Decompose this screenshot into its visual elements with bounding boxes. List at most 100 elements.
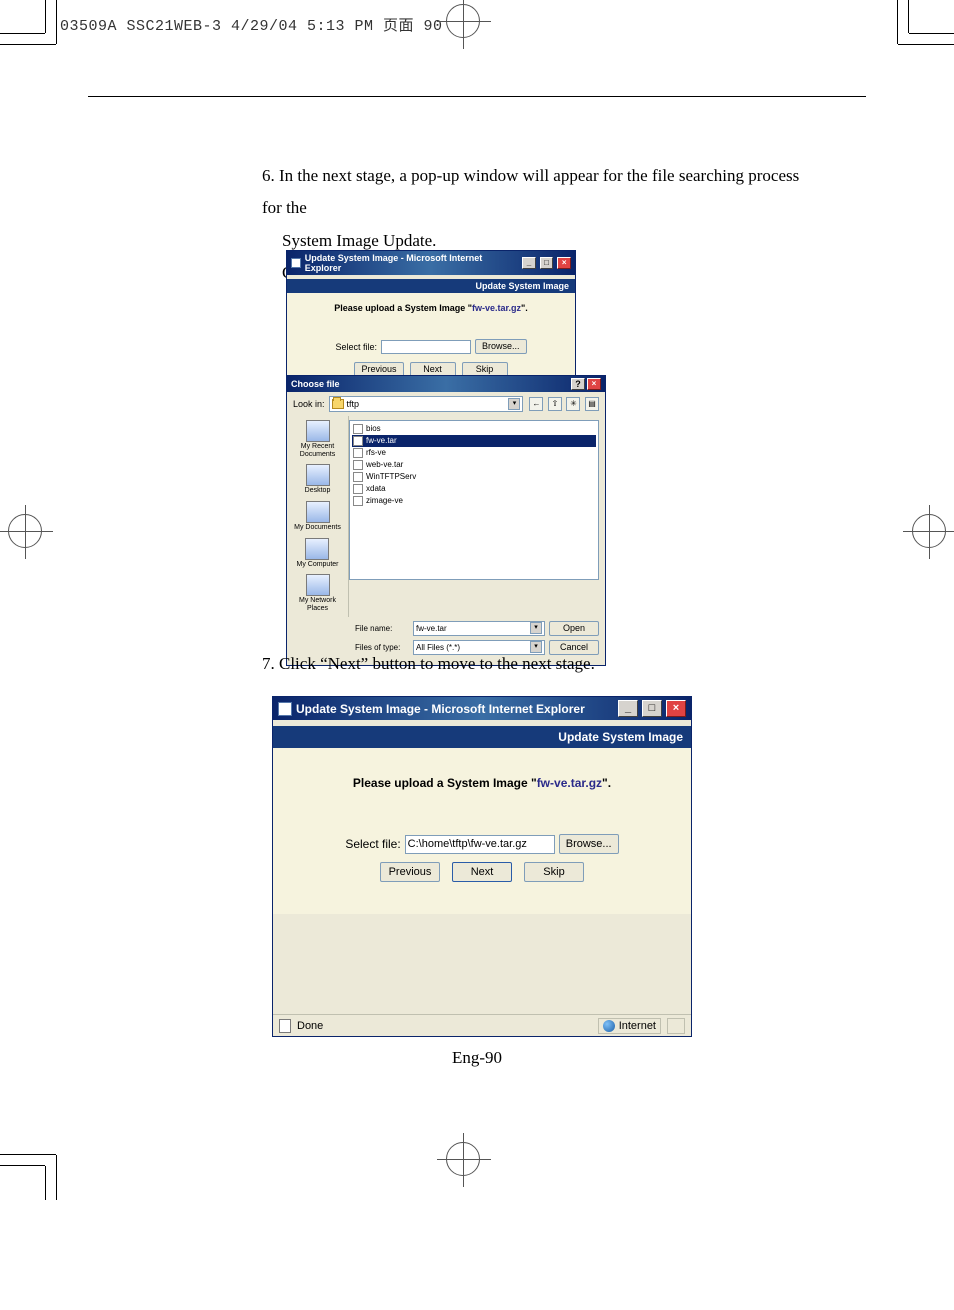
status-grip xyxy=(667,1018,685,1034)
select-file-label: Select file: xyxy=(335,342,377,352)
places-network[interactable]: My Network Places xyxy=(289,574,346,612)
crop-mark xyxy=(0,33,45,34)
step6-line1: 6. In the next stage, a pop-up window wi… xyxy=(262,160,822,225)
upload-message: Please upload a System Image "fw-ve.tar.… xyxy=(295,303,567,313)
status-bar: Done Internet xyxy=(273,1014,691,1036)
crop-mark xyxy=(56,1155,57,1200)
close-button[interactable]: × xyxy=(666,700,686,717)
places-recent[interactable]: My Recent Documents xyxy=(289,420,346,458)
registration-mark xyxy=(8,514,42,548)
file-list[interactable]: bios fw-ve.tar rfs-ve web-ve.tar WinTFTP… xyxy=(349,420,599,580)
dropdown-icon[interactable]: ▾ xyxy=(508,398,520,410)
file-item[interactable]: zimage-ve xyxy=(352,495,596,507)
close-button[interactable]: × xyxy=(557,257,571,269)
browse-button[interactable]: Browse... xyxy=(475,339,527,354)
crop-mark xyxy=(898,44,954,45)
back-icon[interactable]: ← xyxy=(529,397,543,411)
banner: Update System Image xyxy=(287,279,575,293)
views-icon[interactable]: ▤ xyxy=(585,397,599,411)
open-button[interactable]: Open xyxy=(549,621,599,636)
dialog-title-text: Choose file xyxy=(291,379,340,389)
up-folder-icon[interactable]: ⇧ xyxy=(548,397,562,411)
lookin-combo[interactable]: tftp ▾ xyxy=(329,396,524,412)
places-computer[interactable]: My Computer xyxy=(296,538,338,569)
skip-button[interactable]: Skip xyxy=(524,862,584,882)
browse-button[interactable]: Browse... xyxy=(559,834,619,854)
step7-text: 7. Click “Next” button to move to the ne… xyxy=(262,648,822,680)
choose-file-dialog: Choose file ? × Look in: tftp ▾ ← ⇧ ✳ ▤ … xyxy=(286,375,606,666)
file-item[interactable]: bios xyxy=(352,423,596,435)
documents-icon xyxy=(306,501,330,523)
file-icon xyxy=(353,496,363,506)
page-top-rule xyxy=(88,96,866,97)
upload-pane: Please upload a System Image "fw-ve.tar.… xyxy=(287,293,575,385)
crop-mark xyxy=(45,1166,46,1200)
ie-title-text: Update System Image - Microsoft Internet… xyxy=(296,702,585,716)
select-file-input[interactable] xyxy=(405,835,555,854)
page-icon xyxy=(279,1019,291,1033)
file-icon xyxy=(353,484,363,494)
file-icon xyxy=(353,424,363,434)
places-desktop[interactable]: Desktop xyxy=(305,464,331,495)
registration-mark xyxy=(912,514,946,548)
crop-mark xyxy=(909,33,954,34)
desktop-icon xyxy=(306,464,330,486)
computer-icon xyxy=(305,538,329,560)
status-zone: Internet xyxy=(598,1018,661,1034)
crop-mark xyxy=(908,0,909,33)
file-item[interactable]: WinTFTPServ xyxy=(352,471,596,483)
page-number: Eng-90 xyxy=(0,1048,954,1068)
filename-label: File name: xyxy=(355,624,409,633)
figure1-ie-window: Update System Image - Microsoft Internet… xyxy=(286,250,576,386)
previous-button[interactable]: Previous xyxy=(380,862,440,882)
crop-mark xyxy=(897,0,898,44)
crop-mark xyxy=(0,1154,56,1155)
ie-titlebar[interactable]: Update System Image - Microsoft Internet… xyxy=(273,697,691,720)
crop-mark xyxy=(0,44,56,45)
file-item[interactable]: rfs-ve xyxy=(352,447,596,459)
places-bar: My Recent Documents Desktop My Documents… xyxy=(287,416,349,617)
file-icon xyxy=(353,436,363,446)
registration-mark xyxy=(446,4,480,38)
help-button[interactable]: ? xyxy=(571,378,585,390)
dialog-titlebar[interactable]: Choose file ? × xyxy=(287,376,605,392)
next-button[interactable]: Next xyxy=(452,862,512,882)
file-item[interactable]: web-ve.tar xyxy=(352,459,596,471)
file-icon xyxy=(353,460,363,470)
lookin-label: Look in: xyxy=(293,399,325,409)
status-done: Done xyxy=(297,1020,323,1032)
file-item[interactable]: xdata xyxy=(352,483,596,495)
network-icon xyxy=(306,574,330,596)
maximize-button[interactable]: □ xyxy=(540,257,554,269)
crop-mark xyxy=(45,0,46,33)
maximize-button[interactable]: □ xyxy=(642,700,662,717)
select-file-input[interactable] xyxy=(381,340,471,354)
dialog-close-button[interactable]: × xyxy=(587,378,601,390)
ie-title-text: Update System Image - Microsoft Internet… xyxy=(305,253,514,273)
dialog-toolbar: ← ⇧ ✳ ▤ xyxy=(527,397,599,411)
figure2-ie-window: Update System Image - Microsoft Internet… xyxy=(272,696,692,1037)
minimize-button[interactable]: _ xyxy=(618,700,638,717)
places-documents[interactable]: My Documents xyxy=(294,501,341,532)
folder-icon xyxy=(332,399,344,409)
printer-header: 03509A SSC21WEB-3 4/29/04 5:13 PM 页面 90 xyxy=(60,14,443,35)
file-icon xyxy=(353,448,363,458)
ie-page-icon xyxy=(278,702,292,716)
dropdown-icon[interactable]: ▾ xyxy=(530,622,542,634)
crop-mark xyxy=(56,0,57,44)
crop-mark xyxy=(0,1165,45,1166)
globe-icon xyxy=(603,1020,615,1032)
filename-input[interactable]: fw-ve.tar▾ xyxy=(413,621,545,636)
minimize-button[interactable]: _ xyxy=(522,257,536,269)
file-item-selected[interactable]: fw-ve.tar xyxy=(352,435,596,447)
ie-titlebar[interactable]: Update System Image - Microsoft Internet… xyxy=(287,251,575,275)
file-icon xyxy=(353,472,363,482)
ie-page-icon xyxy=(291,258,301,268)
upload-message: Please upload a System Image "fw-ve.tar.… xyxy=(289,776,675,790)
new-folder-icon[interactable]: ✳ xyxy=(566,397,580,411)
lookin-value: tftp xyxy=(347,399,360,409)
banner: Update System Image xyxy=(273,726,691,748)
upload-pane: Please upload a System Image "fw-ve.tar.… xyxy=(273,748,691,914)
select-file-label: Select file: xyxy=(345,837,400,851)
registration-mark xyxy=(446,1142,480,1176)
